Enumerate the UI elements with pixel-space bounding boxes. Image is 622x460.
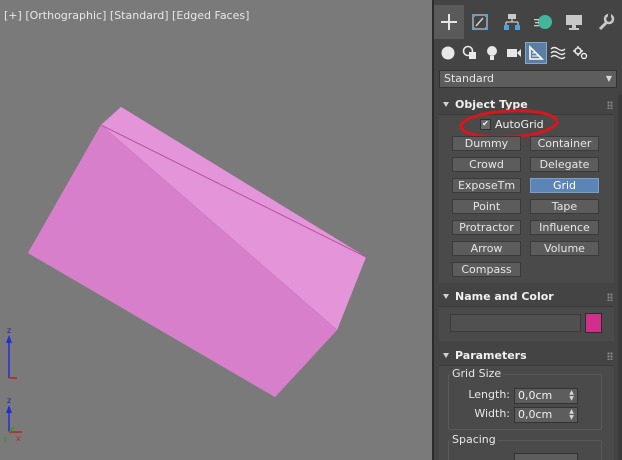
space-warps-category[interactable] [548,43,568,63]
spinner-arrows-icon[interactable]: ▲ ▼ [568,390,575,402]
length-value: 0,0cm [518,389,553,402]
command-panel-tabs [434,5,622,39]
shapes-icon [462,45,476,59]
command-panel-scrollbar[interactable] [618,95,622,460]
helper-type-value: Standard [444,72,495,85]
geometry-category[interactable] [438,43,458,63]
systems-icon [573,46,588,60]
tape-button[interactable]: Tape [530,199,599,214]
length-spinner[interactable]: 0,0cm ▲ ▼ [514,388,578,404]
spacing-spinner[interactable] [514,453,578,460]
helper-type-dropdown[interactable]: Standard ▼ [439,70,617,88]
object-color-swatch[interactable] [585,313,602,333]
shapes-category[interactable] [460,43,480,63]
crowd-button[interactable]: Crowd [452,157,521,172]
viewport-display-menu[interactable]: [Edged Faces] [172,9,249,22]
axis-y-label: y [3,434,8,443]
hierarchy-icon [503,14,520,30]
width-label: Width: [474,407,510,420]
width-spinner[interactable]: 0,0cm ▲ ▼ [514,407,578,423]
systems-category[interactable] [570,43,590,63]
dropdown-arrow-icon: ▼ [605,74,612,83]
spinner-arrows-icon[interactable]: ▲ ▼ [568,409,575,421]
display-tab[interactable] [559,5,589,39]
space-warps-icon [550,46,566,60]
volume-button[interactable]: Volume [530,241,599,256]
grid-size-title: Grid Size [450,367,504,380]
create-tab[interactable] [434,5,465,39]
protractor-button[interactable]: Protractor [452,220,521,235]
motion-tab[interactable] [528,5,558,39]
modify-tab[interactable] [465,5,495,39]
cameras-category[interactable] [504,43,524,63]
compass-button[interactable]: Compass [452,262,521,277]
display-icon [566,15,583,30]
grip-icon[interactable] [607,352,613,360]
influence-button[interactable]: Influence [530,220,599,235]
motion-icon [534,15,553,29]
arrow-button[interactable]: Arrow [452,241,521,256]
utilities-icon [598,13,615,31]
create-icon [441,14,458,30]
modify-icon [472,14,489,30]
cameras-icon [507,49,521,57]
collapse-triangle-icon [443,102,449,107]
name-color-rollout-header[interactable]: Name and Color [440,288,613,306]
command-panel: Standard ▼ Object Type ✔ AutoGrid Dummy … [434,0,622,460]
create-category-bar [434,42,622,64]
axis-z-label-upper: z [7,326,11,335]
geometry-icon [441,46,455,60]
axis-x-label: x [16,434,21,443]
name-color-title: Name and Color [455,290,554,303]
viewport-plus-menu[interactable]: [+] [4,9,22,22]
viewport-point-of-view-menu[interactable]: [Orthographic] [25,9,106,22]
lights-icon [487,46,497,60]
viewport-shading-menu[interactable]: [Standard] [110,9,169,22]
grid-button[interactable]: Grid [530,178,599,193]
length-label: Length: [468,388,510,401]
exposetm-button[interactable]: ExposeTm [452,178,521,193]
hierarchy-tab[interactable] [497,5,527,39]
spacing-title: Spacing [450,433,498,446]
container-button[interactable]: Container [530,136,599,151]
width-value: 0,0cm [518,408,553,421]
collapse-triangle-icon [443,294,449,299]
grip-icon[interactable] [607,293,613,301]
viewport-label-menu: [+] [Orthographic] [Standard] [Edged Fac… [4,9,249,22]
axis-z-label: z [7,396,11,405]
helpers-category[interactable] [525,42,547,64]
axis-gizmo-lower: z x y [3,396,22,443]
helpers-icon [529,45,544,60]
object-name-input[interactable] [450,314,581,332]
grip-icon[interactable] [607,101,613,109]
point-button[interactable]: Point [452,199,521,214]
axis-gizmo-upper: z [6,326,17,379]
utilities-tab[interactable] [591,5,621,39]
dummy-button[interactable]: Dummy [452,136,521,151]
collapse-triangle-icon [443,353,449,358]
parameters-title: Parameters [455,349,527,362]
viewport-orthographic[interactable]: z z x y [+] [Orthographic] [Standard] [E… [0,0,432,460]
lights-category[interactable] [482,43,502,63]
delegate-button[interactable]: Delegate [530,157,599,172]
viewport-scene: z z x y [3,107,367,443]
parameters-rollout-header[interactable]: Parameters [440,347,613,365]
